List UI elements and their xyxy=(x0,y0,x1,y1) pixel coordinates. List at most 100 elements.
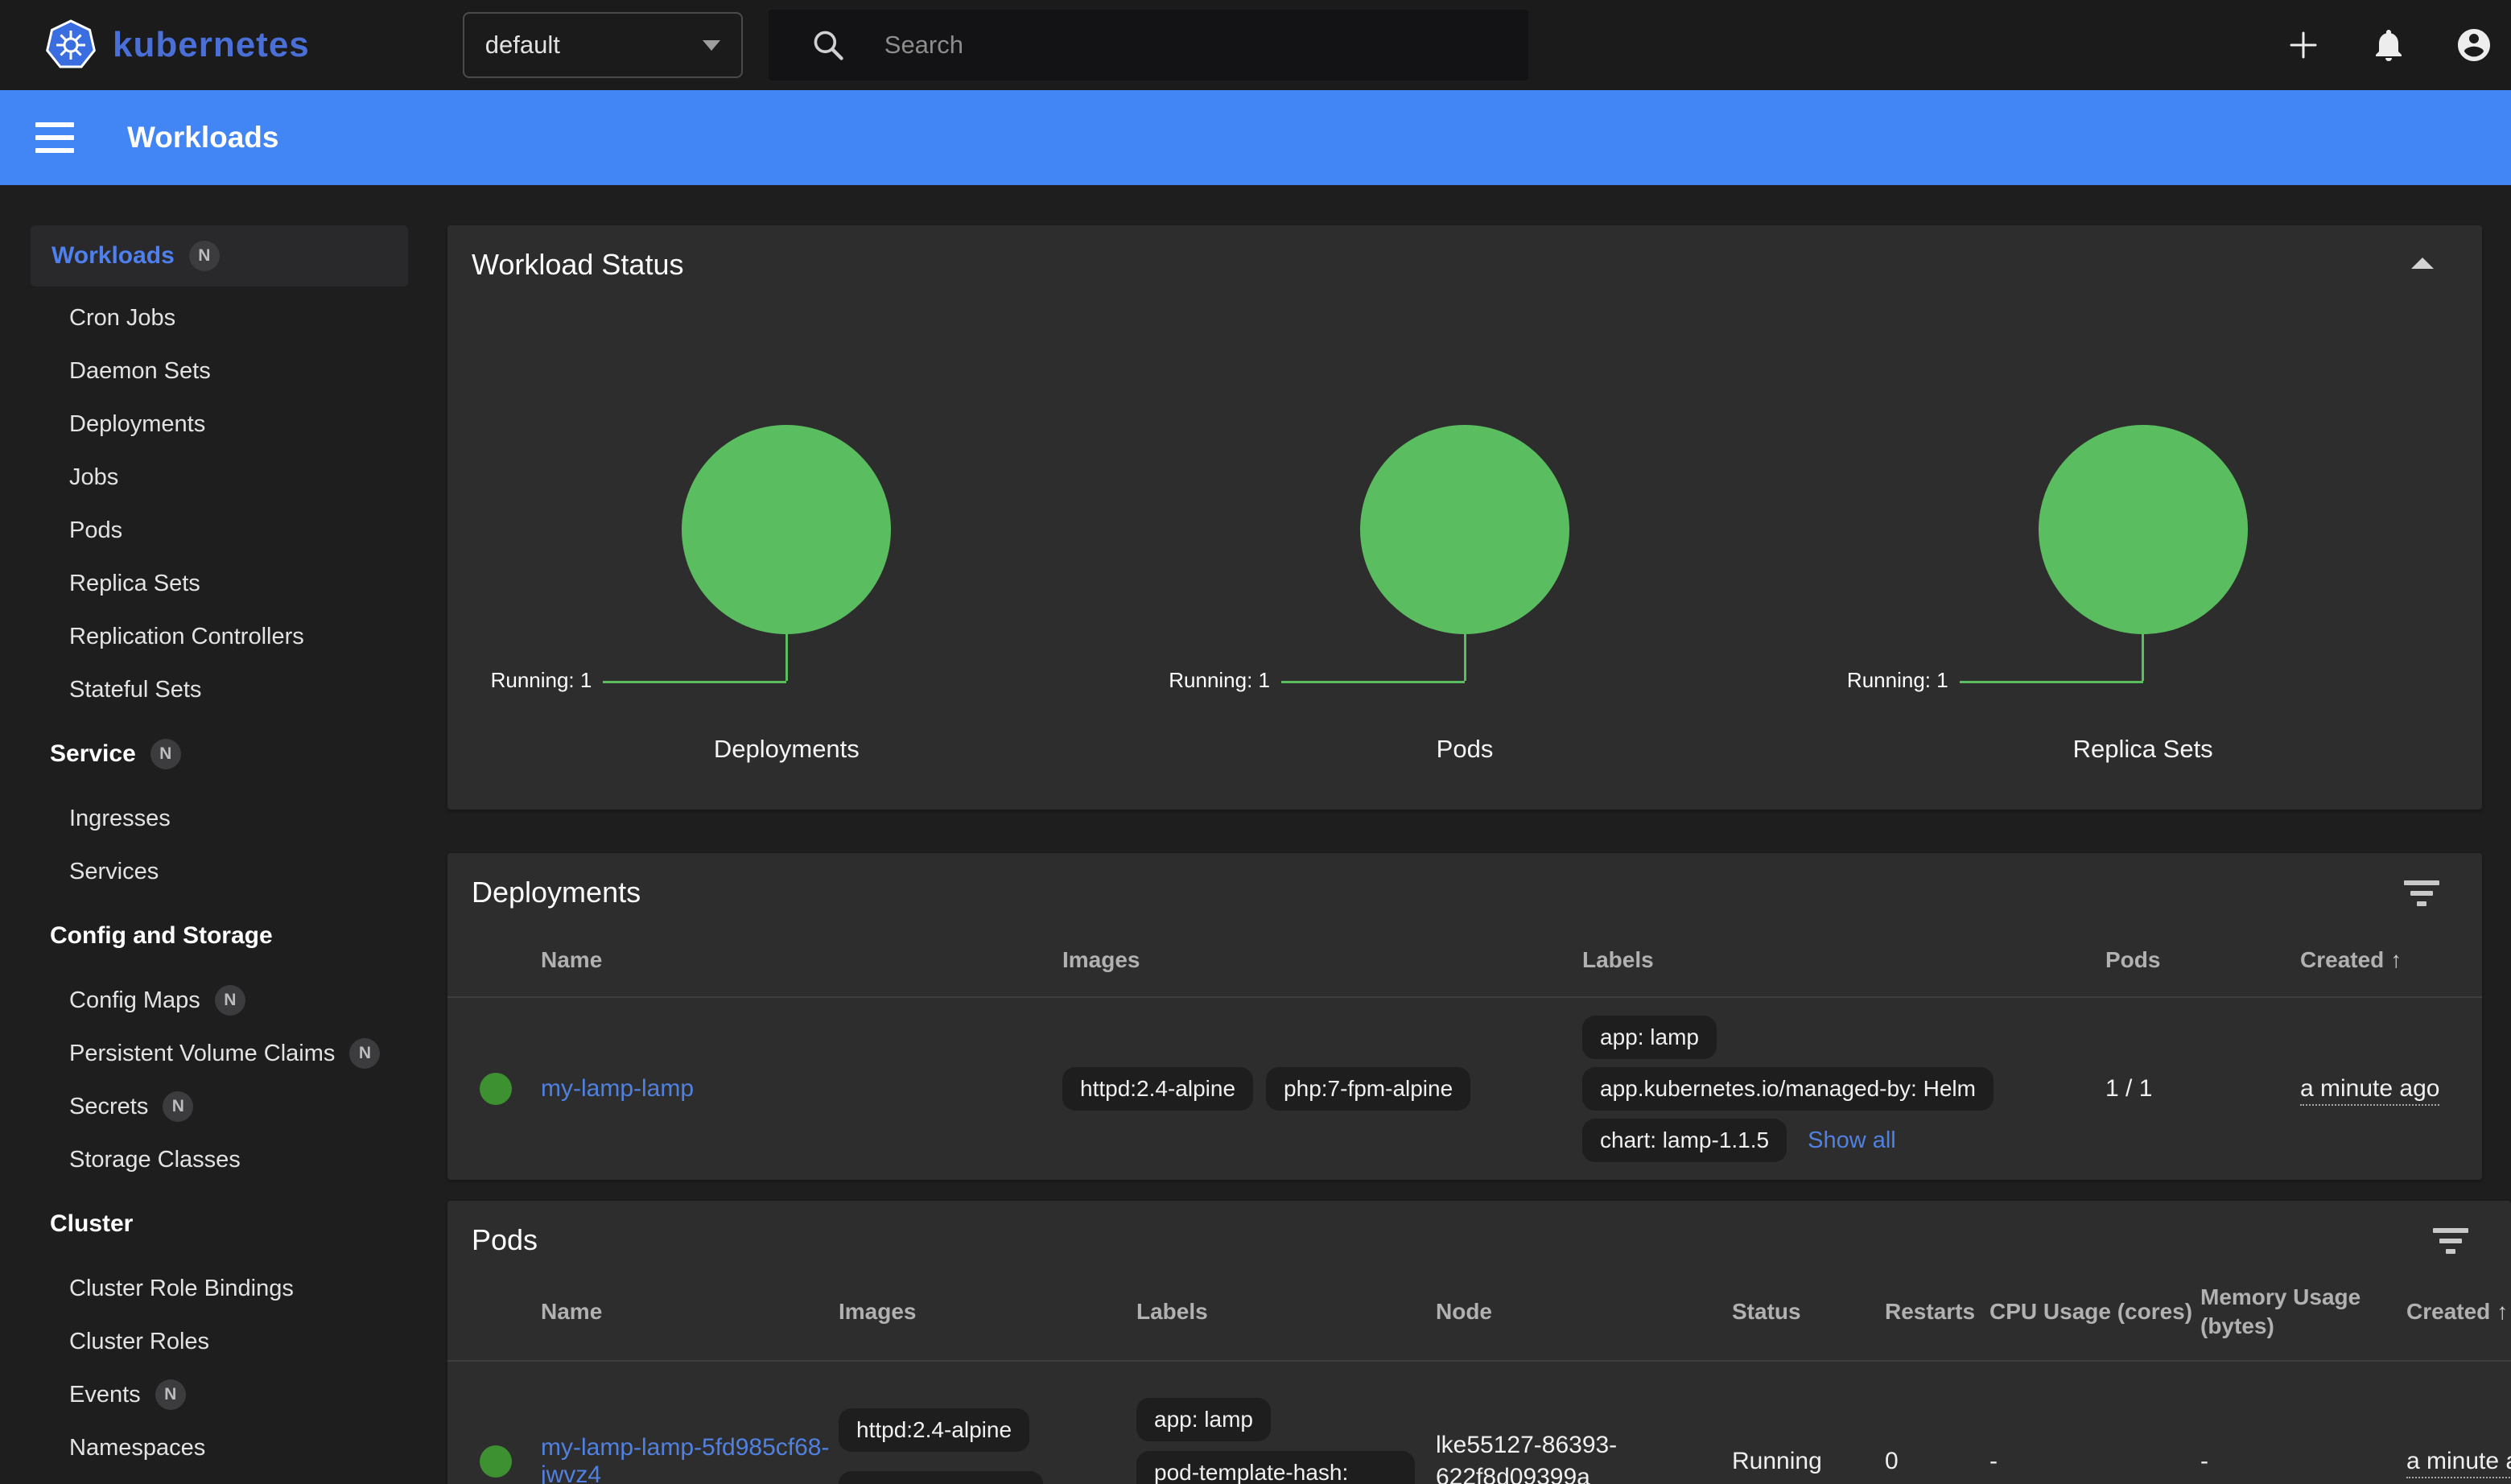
col-header-memory[interactable]: Memory Usage (bytes) xyxy=(2200,1283,2406,1341)
account-button[interactable] xyxy=(2455,26,2493,64)
col-header-created-sorted[interactable]: Created↑ xyxy=(2406,1299,2511,1325)
table-row: my-lamp-lamp httpd:2.4-alpinephp:7-fpm-al… xyxy=(447,998,2482,1180)
sidebar-item-persistent-volume-claims[interactable]: Persistent Volume ClaimsN xyxy=(0,1027,418,1080)
sidebar-item-config-maps[interactable]: Config MapsN xyxy=(0,974,418,1027)
pod-link[interactable]: my-lamp-lamp-5fd985cf68-jwvz4 xyxy=(541,1434,829,1484)
workload-status-title: Workload Status xyxy=(447,225,2482,283)
sidebar-item-cluster-roles[interactable]: Cluster Roles xyxy=(0,1315,418,1368)
sidebar-item-cluster: Cluster xyxy=(0,1186,418,1262)
labels-cell: app: lamppod-template-hash: 5fd985cf68 xyxy=(1136,1398,1436,1484)
kubernetes-logo[interactable]: kubernetes xyxy=(45,19,310,71)
col-header-labels[interactable]: Labels xyxy=(1136,1299,1436,1325)
create-resource-button[interactable] xyxy=(2284,26,2323,64)
name-cell: my-lamp-lamp-5fd985cf68-jwvz4 xyxy=(541,1434,839,1484)
deployments-card: Deployments Name Images Labels Pods Crea… xyxy=(447,853,2482,1180)
callout-line-horizontal xyxy=(1281,681,1465,683)
menu-hamburger-icon[interactable] xyxy=(35,122,74,153)
sidebar-item-services[interactable]: Services xyxy=(0,845,418,898)
col-header-images[interactable]: Images xyxy=(839,1299,1136,1325)
sidebar-item-jobs[interactable]: Jobs xyxy=(0,451,418,504)
label-chip: httpd:2.4-alpine xyxy=(1062,1067,1253,1111)
sidebar-item-pods[interactable]: Pods xyxy=(0,504,418,557)
namespaced-badge: N xyxy=(155,1379,186,1410)
sidebar-item-deployments[interactable]: Deployments xyxy=(0,398,418,451)
namespaced-badge: N xyxy=(150,739,181,769)
col-header-node[interactable]: Node xyxy=(1436,1299,1732,1325)
col-header-name[interactable]: Name xyxy=(541,1299,839,1325)
sidebar-item-cluster-role-bindings[interactable]: Cluster Role Bindings xyxy=(0,1262,418,1315)
search-bar[interactable] xyxy=(769,10,1528,80)
pods-table-header: Name Images Labels Node Status Restarts … xyxy=(447,1263,2511,1360)
appbar: Workloads xyxy=(0,90,2511,185)
sidebar-item-label: Services xyxy=(69,859,159,885)
status-cell xyxy=(447,1073,541,1105)
sidebar-item-cron-jobs[interactable]: Cron Jobs xyxy=(0,291,418,344)
status-ok-dot xyxy=(480,1445,512,1478)
chevron-down-icon xyxy=(703,40,720,51)
sidebar-item-storage-classes[interactable]: Storage Classes xyxy=(0,1133,418,1186)
sidebar-item-namespaces[interactable]: Namespaces xyxy=(0,1421,418,1474)
pie-chart-pods xyxy=(1360,425,1569,634)
sidebar-nav: WorkloadsNCron JobsDaemon SetsDeployment… xyxy=(0,185,418,1484)
page-title: Workloads xyxy=(127,121,278,155)
sidebar-item-label: Storage Classes xyxy=(69,1147,241,1173)
collapse-arrow-icon[interactable] xyxy=(2411,258,2434,269)
pods-card: Pods Name Images Labels Node Status Rest… xyxy=(447,1201,2511,1484)
node-cell: lke55127-86393-622f8d09399a xyxy=(1436,1429,1732,1484)
chart-title: Replica Sets xyxy=(2073,735,2213,764)
sidebar-item-ingresses[interactable]: Ingresses xyxy=(0,792,418,845)
images-cell: httpd:2.4-alpinephp:7-fpm-alpine xyxy=(1062,1067,1582,1111)
pie-chart-replica-sets xyxy=(2039,425,2248,634)
sidebar-item-label: Service xyxy=(50,740,136,768)
namespaced-badge: N xyxy=(189,241,220,271)
col-header-labels[interactable]: Labels xyxy=(1582,947,2105,973)
sidebar-item-label: Replica Sets xyxy=(69,571,200,597)
created-ago: a minute ago xyxy=(2300,1075,2439,1106)
sidebar-item-replica-sets[interactable]: Replica Sets xyxy=(0,557,418,610)
sidebar-item-network-policies[interactable]: Network PoliciesN xyxy=(0,1474,418,1484)
pie-chart-deployments xyxy=(682,425,891,634)
sidebar-item-events[interactable]: EventsN xyxy=(0,1368,418,1421)
namespaced-badge: N xyxy=(163,1091,193,1122)
sidebar-item-label: Pods xyxy=(69,517,122,544)
sidebar-item-label: Cluster Role Bindings xyxy=(69,1276,294,1302)
sidebar-item-label: Cluster xyxy=(50,1210,133,1238)
col-header-cpu[interactable]: CPU Usage (cores) xyxy=(1989,1299,2200,1325)
show-all-link[interactable]: Show all xyxy=(1808,1127,1896,1154)
notifications-bell-icon xyxy=(2369,25,2408,65)
col-header-status[interactable]: Status xyxy=(1732,1299,1885,1325)
callout-line-vertical xyxy=(1464,634,1466,681)
status-cell xyxy=(447,1445,541,1478)
namespace-selector[interactable]: default xyxy=(463,12,743,78)
col-header-images[interactable]: Images xyxy=(1062,947,1582,973)
sidebar-item-config-and-storage: Config and Storage xyxy=(0,898,418,974)
col-header-name[interactable]: Name xyxy=(541,947,1062,973)
callout-line-horizontal xyxy=(603,681,786,683)
filter-icon[interactable] xyxy=(2403,880,2440,906)
sidebar-item-stateful-sets[interactable]: Stateful Sets xyxy=(0,663,418,716)
images-cell: httpd:2.4-alpinephp:7-fpm-alpine xyxy=(839,1408,1136,1484)
col-header-created-sorted[interactable]: Created↑ xyxy=(2300,947,2482,973)
pods-title: Pods xyxy=(447,1201,2511,1259)
label-chip: app: lamp xyxy=(1582,1016,1717,1059)
sidebar-item-replication-controllers[interactable]: Replication Controllers xyxy=(0,610,418,663)
filter-icon[interactable] xyxy=(2432,1228,2469,1254)
col-header-restarts[interactable]: Restarts xyxy=(1885,1299,1989,1325)
deployment-link[interactable]: my-lamp-lamp xyxy=(541,1075,716,1102)
namespaced-badge: N xyxy=(349,1038,380,1069)
topbar-actions xyxy=(2284,26,2493,64)
label-chip: chart: lamp-1.1.5 xyxy=(1582,1119,1787,1162)
sidebar-item-label: Cluster Roles xyxy=(69,1329,209,1355)
label-chip: app.kubernetes.io/managed-by: Helm xyxy=(1582,1067,1994,1111)
sidebar-item-workloads[interactable]: WorkloadsN xyxy=(31,225,408,286)
workload-chart-replica-sets: Running: 1Replica Sets xyxy=(1804,425,2482,764)
label-chip: php:7-fpm-alpine xyxy=(839,1471,1043,1484)
col-header-pods[interactable]: Pods xyxy=(2105,947,2300,973)
sidebar-item-daemon-sets[interactable]: Daemon Sets xyxy=(0,344,418,398)
chart-title: Deployments xyxy=(714,735,860,764)
created-cell: a minute ago xyxy=(2406,1448,2511,1475)
sidebar-item-secrets[interactable]: SecretsN xyxy=(0,1080,418,1133)
topbar: kubernetes default xyxy=(0,0,2511,90)
search-input[interactable] xyxy=(883,30,1449,60)
notifications-button[interactable] xyxy=(2369,26,2408,64)
